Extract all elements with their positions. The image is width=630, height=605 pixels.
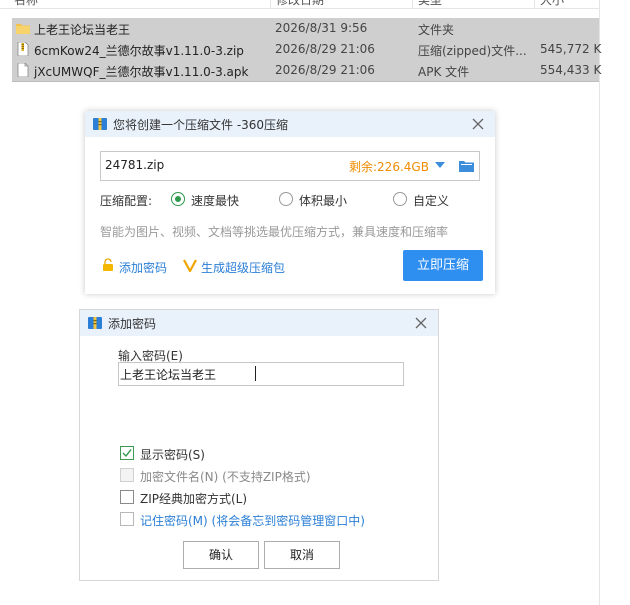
compress-dialog-title: 您将创建一个压缩文件 -360压缩: [113, 118, 289, 132]
file-type: 压缩(zipped)文件...: [418, 44, 527, 58]
v-badge-icon: [183, 259, 197, 272]
column-divider[interactable]: [412, 0, 413, 8]
checkbox-box: [120, 468, 134, 482]
file-type: APK 文件: [418, 65, 470, 79]
column-name[interactable]: 名称: [14, 0, 38, 8]
zip-file-icon: [17, 42, 29, 56]
password-dialog-title: 添加密码: [108, 317, 157, 331]
password-value: 上老王论坛当老王: [120, 368, 217, 382]
apk-file-icon: [17, 63, 29, 77]
pane-divider: [599, 0, 600, 605]
column-size[interactable]: 大小: [540, 0, 564, 8]
file-name: 上老王论坛当老王: [34, 23, 131, 37]
360zip-app-icon: [88, 317, 102, 329]
archive-name-value: 24781.zip: [105, 158, 165, 172]
checkmark-icon: [122, 449, 132, 458]
radio-label: 速度最快: [191, 194, 240, 208]
chevron-down-icon[interactable]: [435, 162, 445, 168]
free-space-label: 剩余:226.4GB: [349, 160, 429, 174]
checkbox-label: 加密文件名(N) (不支持ZIP格式): [140, 470, 311, 484]
compress-now-button[interactable]: 立即压缩: [403, 250, 483, 281]
checkbox-box: [120, 512, 134, 526]
file-row-apk[interactable]: jXcUMWQF_兰德尔故事v1.11.0-3.apk 2026/8/29 21…: [12, 60, 602, 82]
checkbox-label: 记住密码(M) (将会备忘到密码管理窗口中): [140, 514, 365, 528]
file-size: 545,772 K: [540, 42, 602, 56]
radio-selected-icon: [171, 192, 185, 206]
file-date: 2026/8/29 21:06: [275, 42, 375, 56]
column-type[interactable]: 类型: [418, 0, 442, 8]
confirm-button[interactable]: 确认: [183, 541, 259, 569]
file-date: 2026/8/29 21:06: [275, 63, 375, 77]
password-dialog-titlebar[interactable]: 添加密码: [80, 310, 438, 336]
browse-folder-icon[interactable]: [459, 159, 474, 172]
lock-icon: [103, 258, 113, 271]
text-caret: [255, 366, 256, 381]
compress-dialog-titlebar[interactable]: 您将创建一个压缩文件 -360压缩: [85, 111, 495, 137]
checkbox-box: [120, 490, 134, 504]
file-row-zip[interactable]: 6cmKow24_兰德尔故事v1.11.0-3.zip 2026/8/29 21…: [12, 39, 602, 61]
radio-label: 自定义: [413, 194, 450, 208]
radio-icon: [393, 192, 407, 206]
file-type: 文件夹: [418, 23, 455, 37]
file-name: jXcUMWQF_兰德尔故事v1.11.0-3.apk: [34, 65, 249, 79]
close-icon[interactable]: [412, 314, 430, 332]
add-password-dialog: 添加密码 输入密码(E) 上老王论坛当老王 显示密码(S) 加密文件名(N) (…: [80, 310, 438, 580]
file-row-folder[interactable]: 上老王论坛当老王 2026/8/31 9:56 文件夹: [12, 18, 599, 40]
archive-name-input[interactable]: 24781.zip 剩余:226.4GB: [100, 151, 480, 181]
file-name: 6cmKow24_兰德尔故事v1.11.0-3.zip: [34, 44, 244, 58]
column-header: 名称 修改日期 类型 大小: [0, 0, 600, 9]
column-divider[interactable]: [270, 0, 271, 8]
checkbox-box: [120, 446, 134, 460]
close-icon[interactable]: [469, 115, 487, 133]
file-date: 2026/8/31 9:56: [275, 21, 368, 35]
compress-hint: 智能为图片、视频、文档等挑选最优压缩方式，兼具速度和压缩率: [100, 225, 449, 239]
radio-label: 体积最小: [299, 194, 348, 208]
file-size: 554,433 K: [540, 63, 602, 77]
super-compress-label: 生成超级压缩包: [201, 261, 286, 275]
360zip-app-icon: [93, 118, 107, 130]
column-divider[interactable]: [534, 0, 535, 8]
add-password-label: 添加密码: [119, 261, 168, 275]
compress-config-label: 压缩配置:: [100, 194, 153, 208]
password-input[interactable]: 上老王论坛当老王: [118, 362, 404, 386]
checkbox-label: ZIP经典加密方式(L): [140, 492, 248, 506]
column-date[interactable]: 修改日期: [276, 0, 324, 8]
compress-dialog: 您将创建一个压缩文件 -360压缩 24781.zip 剩余:226.4GB 压…: [85, 111, 495, 294]
checkbox-label: 显示密码(S): [140, 448, 205, 462]
super-compress-link[interactable]: 生成超级压缩包: [183, 259, 286, 276]
folder-icon: [16, 24, 30, 34]
cancel-button[interactable]: 取消: [264, 541, 340, 569]
radio-icon: [279, 192, 293, 206]
add-password-link[interactable]: 添加密码: [103, 258, 168, 276]
